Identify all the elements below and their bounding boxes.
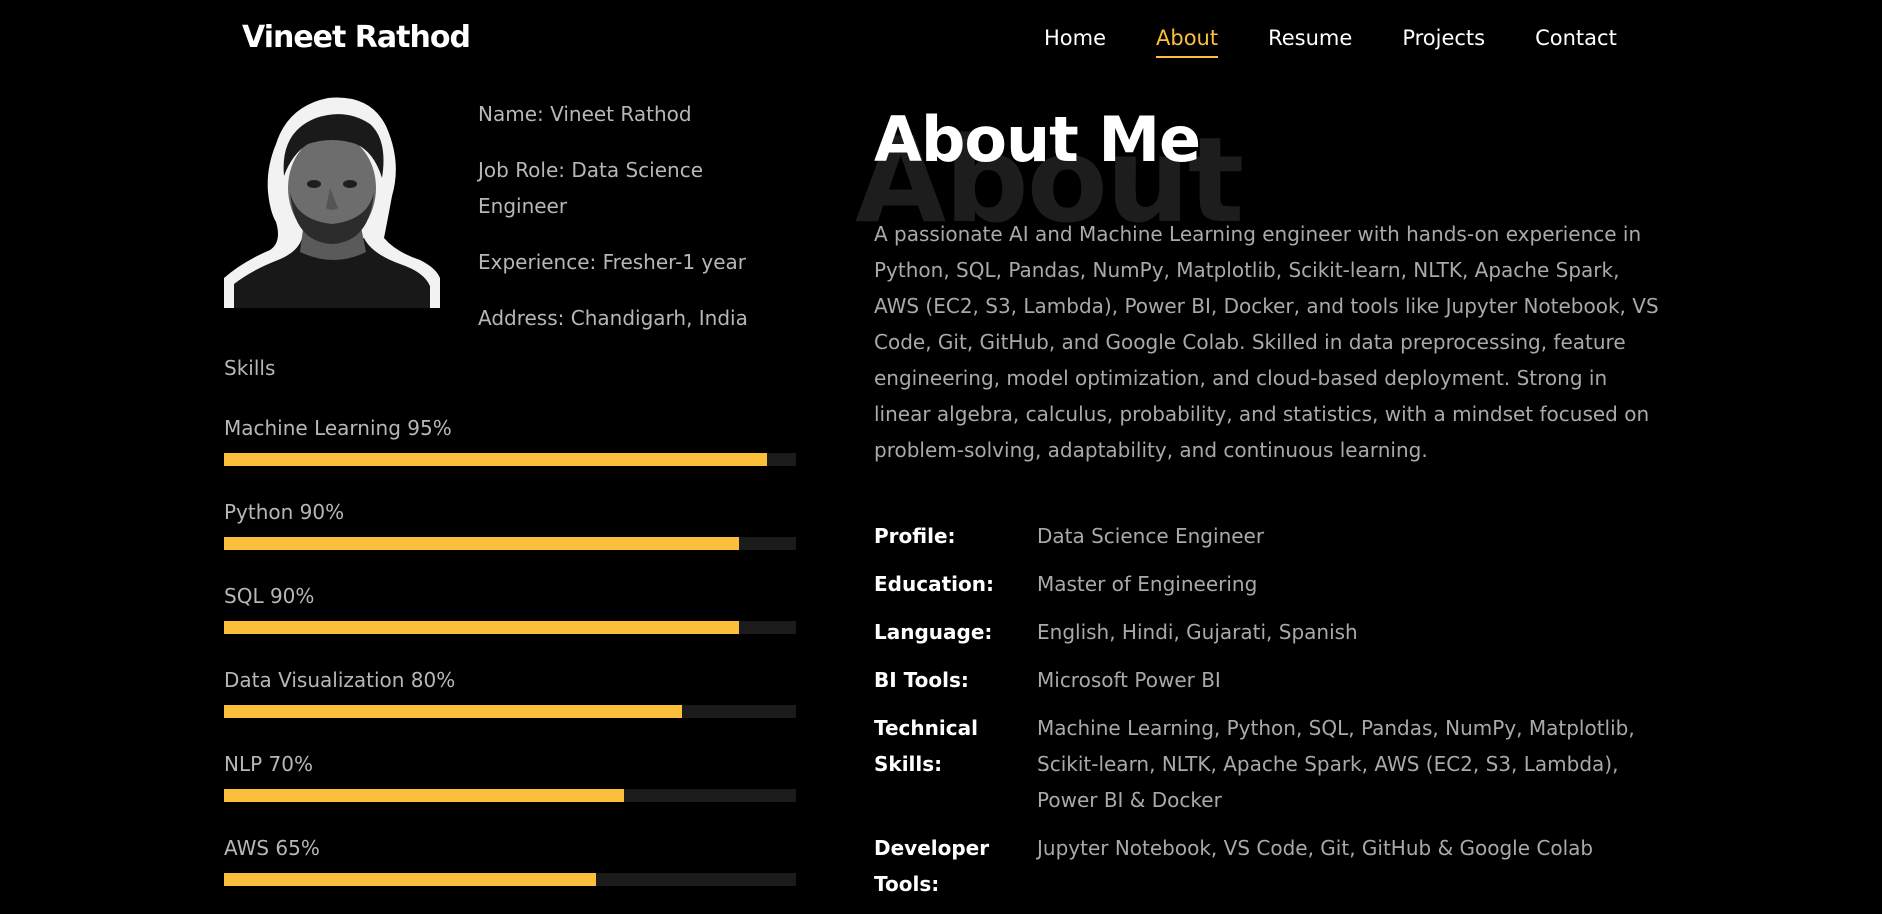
- skill-progress-track: [224, 873, 796, 886]
- detail-value: English, Hindi, Gujarati, Spanish: [1037, 620, 1358, 644]
- profile-role: Job Role: Data Science Engineer: [478, 158, 704, 218]
- skill-label: NLP 70%: [224, 752, 313, 776]
- profile-info: Name: Vineet Rathod Job Role: Data Scien…: [478, 96, 798, 356]
- skill-label: SQL 90%: [224, 584, 315, 608]
- nav-link-contact[interactable]: Contact: [1535, 26, 1617, 58]
- detail-row: Language: English, Hindi, Gujarati, Span…: [874, 614, 1674, 650]
- skill-label: Machine Learning 95%: [224, 416, 452, 440]
- detail-key: Language:: [874, 620, 993, 644]
- skill-progress-fill: [224, 621, 739, 634]
- detail-key: Education:: [874, 572, 994, 596]
- profile-name: Name: Vineet Rathod: [478, 102, 692, 126]
- skill-progress-fill: [224, 873, 596, 886]
- nav-link-resume[interactable]: Resume: [1268, 26, 1352, 58]
- detail-row: Technical Skills: Machine Learning, Pyth…: [874, 710, 1674, 818]
- detail-row: BI Tools: Microsoft Power BI: [874, 662, 1674, 698]
- skill-progress-fill: [224, 537, 739, 550]
- detail-row: Profile: Data Science Engineer: [874, 518, 1674, 554]
- skill-progress-track: [224, 453, 796, 466]
- navbar: Vineet Rathod Home About Resume Projects…: [0, 0, 1882, 80]
- detail-value: Machine Learning, Python, SQL, Pandas, N…: [1037, 716, 1635, 812]
- skill-item: NLP 70%: [224, 746, 796, 830]
- detail-row: Education: Master of Engineering: [874, 566, 1674, 602]
- detail-value: Microsoft Power BI: [1037, 668, 1221, 692]
- detail-key: Developer Tools:: [874, 836, 990, 896]
- detail-value: Jupyter Notebook, VS Code, Git, GitHub &…: [1037, 836, 1594, 860]
- brand-logo[interactable]: Vineet Rathod: [242, 20, 471, 55]
- skill-progress-track: [224, 705, 796, 718]
- skill-item: Machine Learning 95%: [224, 410, 796, 494]
- detail-value: Master of Engineering: [1037, 572, 1258, 596]
- detail-key: Profile:: [874, 524, 956, 548]
- profile-experience: Experience: Fresher-1 year: [478, 250, 747, 274]
- skill-label: Data Visualization 80%: [224, 668, 456, 692]
- skill-item: AWS 65%: [224, 830, 796, 914]
- skill-progress-track: [224, 789, 796, 802]
- details-list: Profile: Data Science Engineer Education…: [874, 518, 1674, 914]
- skill-progress-track: [224, 537, 796, 550]
- skill-progress-fill: [224, 705, 682, 718]
- page-title: About Me: [874, 103, 1201, 176]
- detail-value: Data Science Engineer: [1037, 524, 1265, 548]
- detail-row: Developer Tools: Jupyter Notebook, VS Co…: [874, 830, 1674, 902]
- nav-link-home[interactable]: Home: [1044, 26, 1106, 58]
- profile-address: Address: Chandigarh, India: [478, 306, 748, 330]
- skill-progress-track: [224, 621, 796, 634]
- skills-title: Skills: [224, 356, 276, 380]
- skill-item: Python 90%: [224, 494, 796, 578]
- about-description: A passionate AI and Machine Learning eng…: [874, 222, 1659, 462]
- skill-label: Python 90%: [224, 500, 345, 524]
- skill-progress-fill: [224, 453, 768, 466]
- skill-progress-fill: [224, 789, 625, 802]
- skill-item: SQL 90%: [224, 578, 796, 662]
- nav-link-about[interactable]: About: [1156, 26, 1219, 58]
- skill-list: Machine Learning 95% Python 90% SQL 90% …: [224, 410, 796, 914]
- skill-item: Data Visualization 80%: [224, 662, 796, 746]
- detail-key: Technical Skills:: [874, 716, 978, 776]
- nav-links: Home About Resume Projects Contact: [1044, 26, 1667, 58]
- skill-label: AWS 65%: [224, 836, 320, 860]
- nav-link-projects[interactable]: Projects: [1402, 26, 1485, 58]
- profile-photo: [224, 92, 440, 308]
- detail-key: BI Tools:: [874, 668, 969, 692]
